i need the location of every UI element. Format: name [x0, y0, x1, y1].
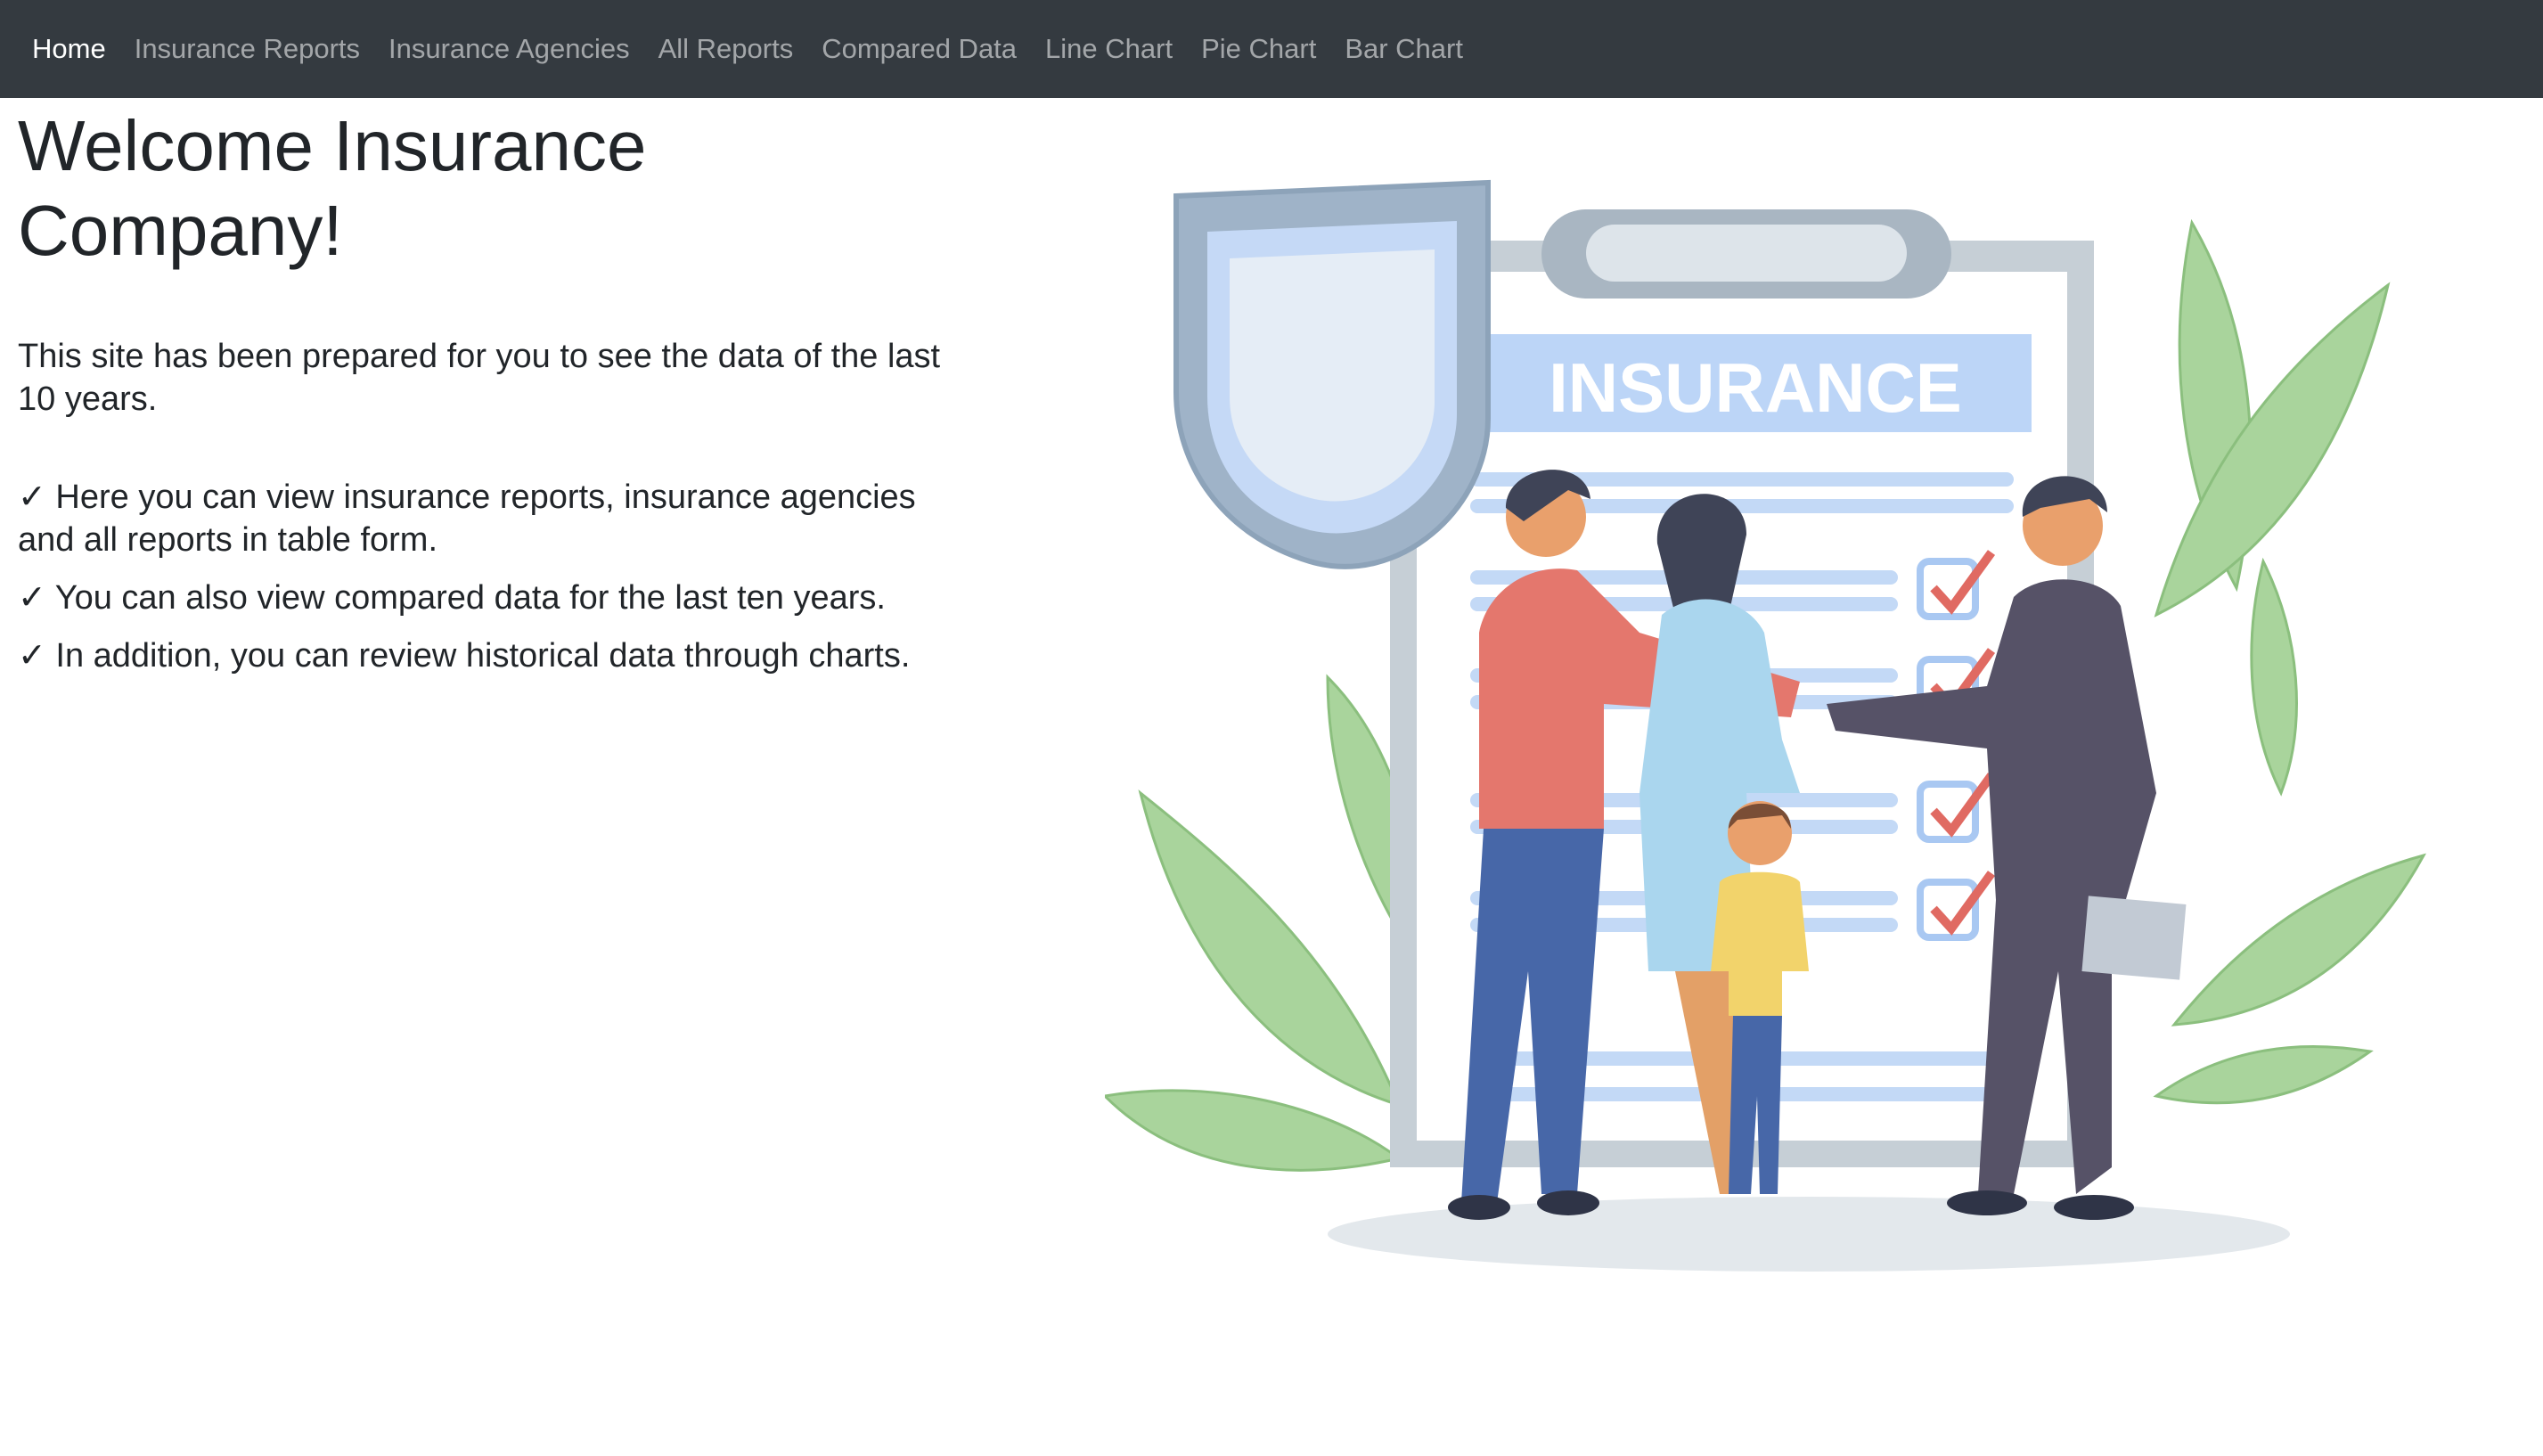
nav-insurance-agencies[interactable]: Insurance Agencies	[374, 0, 644, 98]
page-title-line-2: Company!	[18, 191, 343, 270]
nav-pie-chart[interactable]: Pie Chart	[1187, 0, 1330, 98]
main-content: Welcome Insurance Company! This site has …	[18, 98, 962, 692]
nav-line-chart[interactable]: Line Chart	[1031, 0, 1187, 98]
feature-item-charts: ✓ In addition, you can review historical…	[18, 637, 911, 675]
shield-icon	[1173, 179, 1491, 569]
clipboard-heading: INSURANCE	[1549, 348, 1962, 427]
feature-list: ✓ Here you can view insurance reports, i…	[18, 476, 962, 677]
nav-all-reports[interactable]: All Reports	[644, 0, 808, 98]
feature-item-compared: ✓ You can also view compared data for th…	[18, 579, 886, 617]
nav-bar-chart[interactable]: Bar Chart	[1330, 0, 1477, 98]
nav-insurance-reports[interactable]: Insurance Reports	[120, 0, 374, 98]
page-title: Welcome Insurance Company!	[18, 103, 962, 273]
insurance-illustration: INSURANCE	[1105, 179, 2427, 1272]
feature-item-reports: ✓ Here you can view insurance reports, i…	[18, 479, 916, 559]
clipboard-clip-inner	[1586, 225, 1907, 282]
page-title-line-1: Welcome Insurance	[18, 106, 647, 185]
top-navbar: Home Insurance Reports Insurance Agencie…	[0, 0, 2543, 98]
nav-home[interactable]: Home	[18, 0, 120, 98]
intro-text: This site has been prepared for you to s…	[18, 338, 941, 418]
nav-compared-data[interactable]: Compared Data	[807, 0, 1031, 98]
